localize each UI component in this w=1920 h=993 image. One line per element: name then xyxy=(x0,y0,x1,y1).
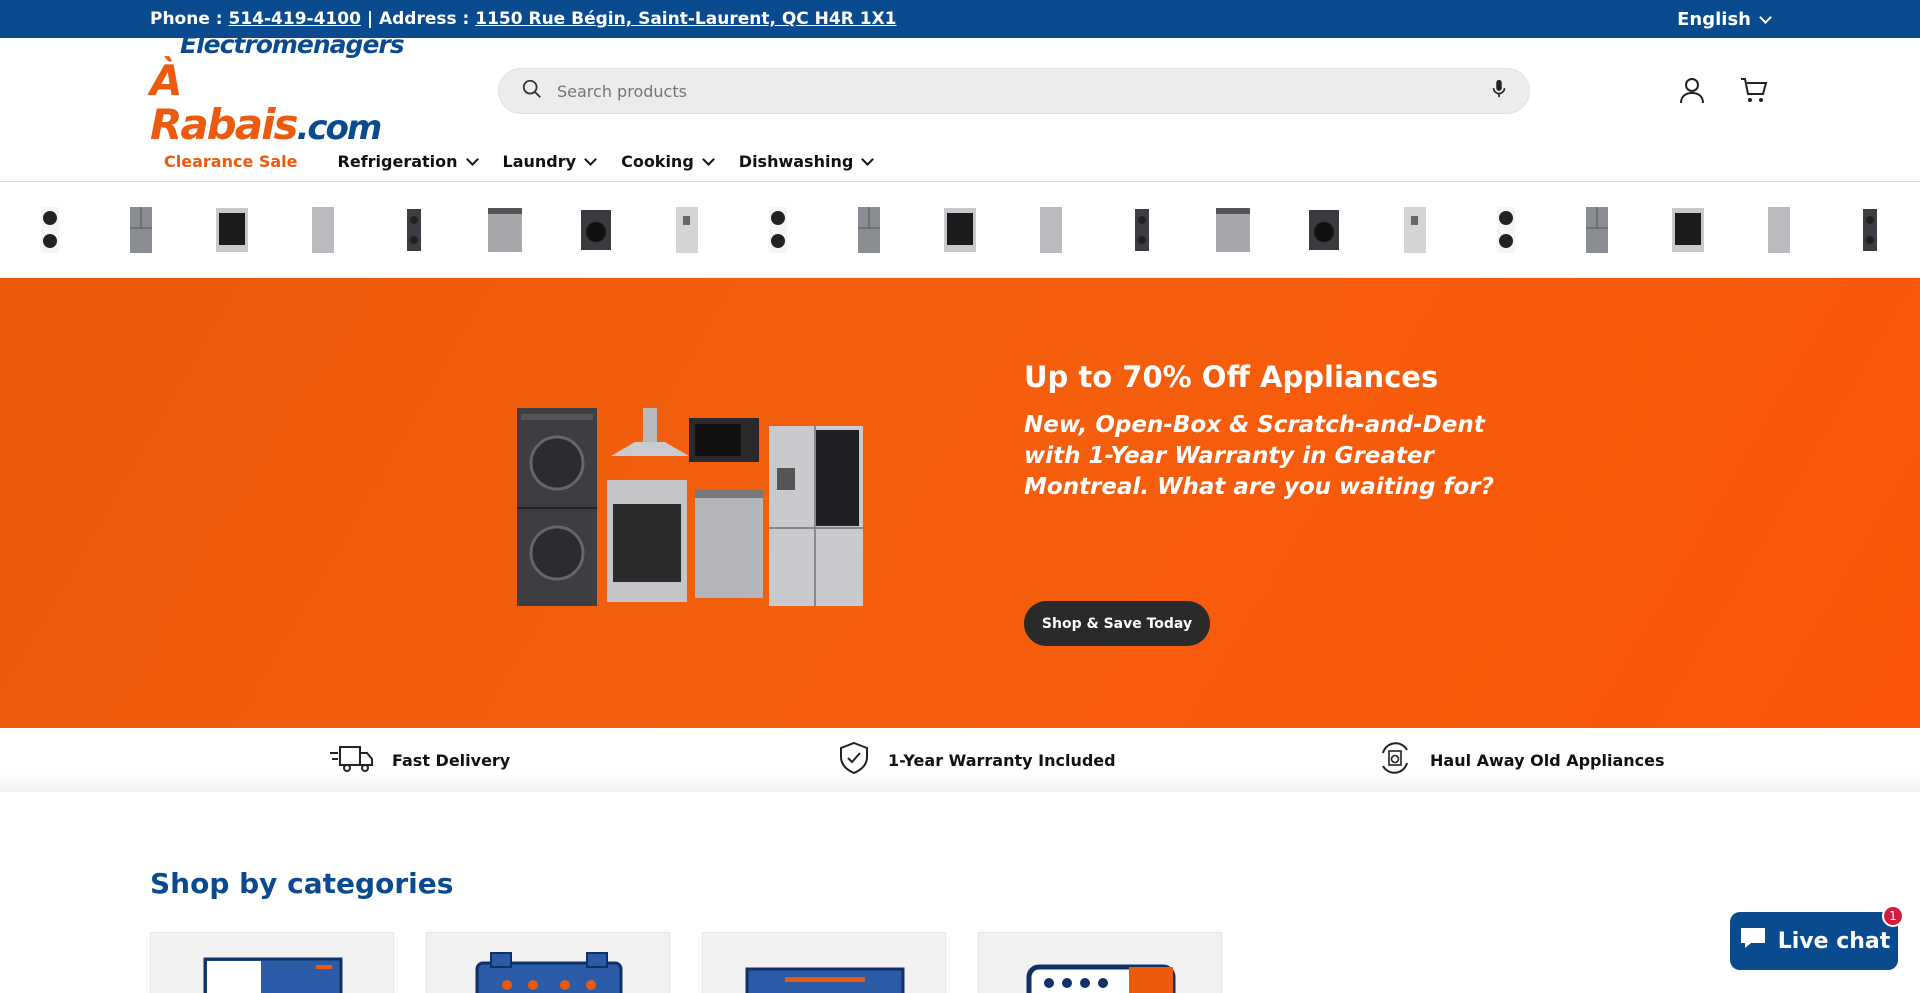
site-header: Électroménagers À Rabais.com xyxy=(0,30,1920,148)
address-label: | Address : xyxy=(360,9,476,29)
live-chat-button[interactable]: Live chat xyxy=(1730,912,1898,970)
logo-line-1: Électroménagers xyxy=(180,29,405,59)
category-card[interactable] xyxy=(150,932,394,993)
nav-item-cooking[interactable]: Cooking xyxy=(621,152,715,171)
chevron-down-icon xyxy=(1759,10,1772,24)
search-bar[interactable] xyxy=(498,68,1530,114)
hero-subtitle: New, Open-Box & Scratch-and-Dent with 1-… xyxy=(1024,412,1494,500)
product-thumbnail[interactable] xyxy=(1486,205,1526,255)
live-chat-label: Live chat xyxy=(1777,928,1891,954)
account-icon[interactable] xyxy=(1676,74,1708,106)
phone-link[interactable]: 514-419-4100 xyxy=(229,9,361,29)
product-thumbnail[interactable] xyxy=(1304,205,1344,255)
feature-haul-away: Haul Away Old Appliances xyxy=(1378,741,1665,779)
feature-fast-delivery: Fast Delivery xyxy=(330,743,510,777)
feature-warranty: 1-Year Warranty Included xyxy=(838,741,1116,779)
feature-label: Fast Delivery xyxy=(392,750,511,770)
category-list xyxy=(150,932,1770,993)
language-selector[interactable]: English xyxy=(1677,8,1772,30)
nav-item-dishwashing[interactable]: Dishwashing xyxy=(738,152,875,171)
product-thumbnail[interactable] xyxy=(1122,205,1162,255)
feature-bar: Fast Delivery 1-Year Warranty Included H… xyxy=(0,728,1920,792)
language-label: English xyxy=(1677,8,1751,30)
hero-banner: Up to 70% Off Appliances New, Open-Box &… xyxy=(0,278,1920,728)
product-thumbnail[interactable] xyxy=(1759,205,1799,255)
address-link[interactable]: 1150 Rue Bégin, Saint-Laurent, QC H4R 1X… xyxy=(475,9,896,29)
product-thumbnail[interactable] xyxy=(30,205,70,255)
logo-line-2: À Rabais.com xyxy=(150,55,382,150)
contact-info: Phone : 514-419-4100 | Address : 1150 Ru… xyxy=(150,9,897,29)
product-thumbnail[interactable] xyxy=(576,205,616,255)
product-thumbnail[interactable] xyxy=(940,205,980,255)
nav-item-laundry[interactable]: Laundry xyxy=(502,152,597,171)
product-thumbnail[interactable] xyxy=(1213,205,1253,255)
chevron-down-icon xyxy=(861,153,875,166)
microphone-icon[interactable] xyxy=(1491,79,1507,103)
product-thumbnail[interactable] xyxy=(1031,205,1071,255)
nav-item-refrigeration[interactable]: Refrigeration xyxy=(337,152,479,171)
product-thumbnail[interactable] xyxy=(1668,205,1708,255)
product-thumbnail[interactable] xyxy=(485,205,525,255)
product-thumbnail[interactable] xyxy=(394,205,434,255)
chevron-down-icon xyxy=(701,153,715,166)
search-icon[interactable] xyxy=(521,78,543,104)
recycle-washer-icon xyxy=(1378,741,1412,779)
cart-icon[interactable] xyxy=(1738,74,1770,106)
hero-title: Up to 70% Off Appliances xyxy=(1024,360,1439,394)
logo-domain: .com xyxy=(296,107,382,148)
feature-label: Haul Away Old Appliances xyxy=(1430,750,1665,770)
chat-bubble-icon xyxy=(1738,925,1768,957)
nav-label: Clearance Sale xyxy=(164,152,298,171)
product-thumbnail[interactable] xyxy=(758,205,798,255)
delivery-truck-icon xyxy=(330,743,374,777)
chat-notification-badge: 1 xyxy=(1882,905,1904,927)
shield-check-icon xyxy=(838,741,870,779)
shop-save-button[interactable]: Shop & Save Today xyxy=(1024,601,1210,646)
product-thumbnail[interactable] xyxy=(849,205,889,255)
category-card[interactable] xyxy=(702,932,946,993)
nav-item-clearance-sale[interactable]: Clearance Sale xyxy=(150,152,298,171)
phone-label: Phone : xyxy=(150,9,229,29)
product-carousel xyxy=(0,182,1920,278)
product-thumbnail[interactable] xyxy=(1850,205,1890,255)
nav-label: Cooking xyxy=(621,152,694,171)
feature-label: 1-Year Warranty Included xyxy=(888,750,1116,770)
search-input[interactable] xyxy=(557,81,1491,101)
logo-brand: À Rabais xyxy=(150,55,298,149)
nav-label: Refrigeration xyxy=(337,152,458,171)
appliances-image xyxy=(515,408,865,608)
chevron-down-icon xyxy=(465,153,479,166)
category-card[interactable] xyxy=(426,932,670,993)
header-icons xyxy=(1676,74,1770,106)
nav-label: Laundry xyxy=(502,152,577,171)
product-thumbnail[interactable] xyxy=(1395,205,1435,255)
nav-label: Dishwashing xyxy=(738,152,854,171)
product-thumbnail[interactable] xyxy=(1577,205,1617,255)
product-thumbnail[interactable] xyxy=(667,205,707,255)
site-logo[interactable]: Électroménagers À Rabais.com xyxy=(150,30,405,148)
section-heading: Shop by categories xyxy=(150,867,454,900)
product-thumbnail[interactable] xyxy=(121,205,161,255)
hero-text: Up to 70% Off Appliances New, Open-Box &… xyxy=(1024,360,1504,503)
categories-section: Shop by categories xyxy=(0,792,1920,993)
product-thumbnail[interactable] xyxy=(212,205,252,255)
chevron-down-icon xyxy=(584,153,597,166)
product-thumbnail[interactable] xyxy=(303,205,343,255)
category-card[interactable] xyxy=(978,932,1222,993)
